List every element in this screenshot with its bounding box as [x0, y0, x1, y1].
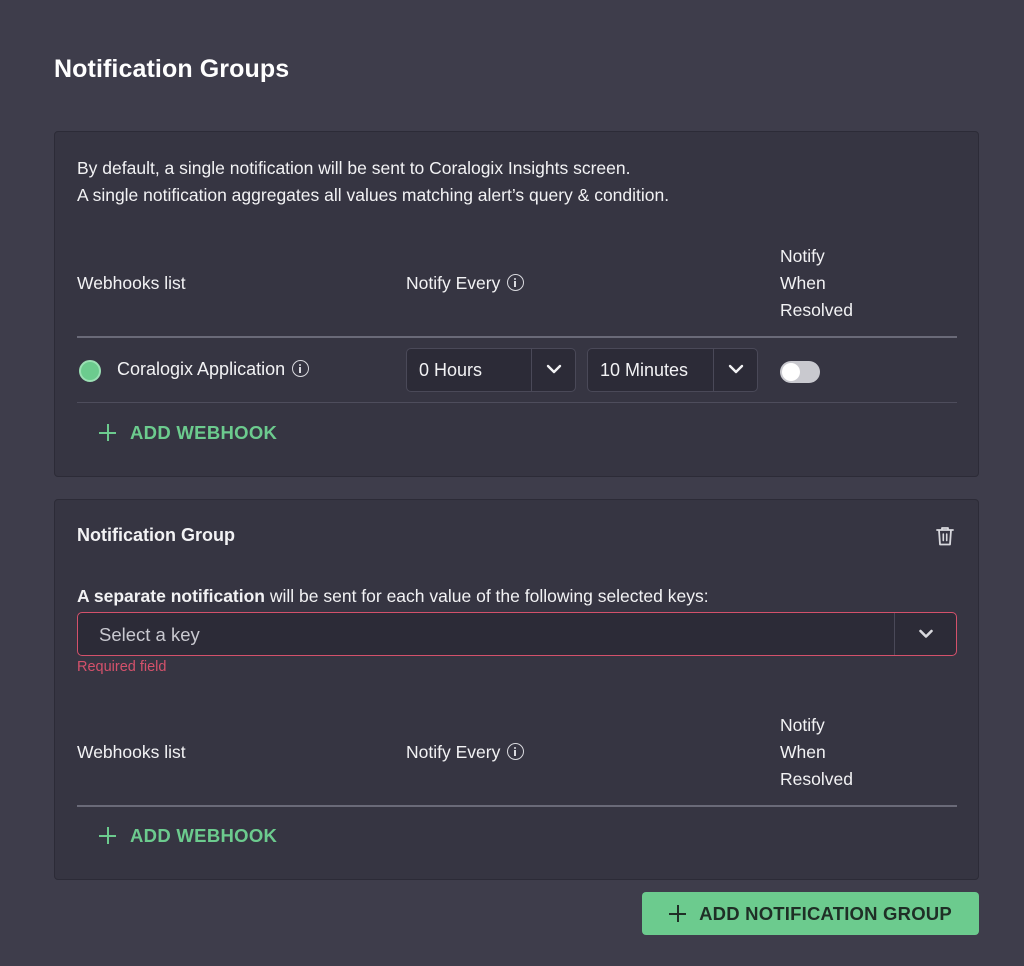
notify-when-resolved-line-2: When — [780, 273, 826, 293]
notification-group-panel: Notification Group A separate notificati… — [54, 499, 979, 880]
hours-dropdown-toggle[interactable] — [531, 349, 575, 391]
add-webhook-label: ADD WEBHOOK — [130, 422, 278, 443]
hours-value: 0 Hours — [419, 360, 483, 380]
chevron-down-icon — [919, 629, 933, 638]
webhook-name-label: Coralogix Application — [117, 359, 286, 379]
chevron-down-icon — [546, 364, 562, 374]
notify-when-resolved-line-3: Resolved — [780, 769, 853, 789]
notify-every-header: Notify Every — [406, 742, 525, 763]
minutes-dropdown-toggle[interactable] — [713, 349, 757, 391]
keys-description-rest: will be sent for each value of the follo… — [265, 586, 709, 606]
add-webhook-button[interactable]: ADD WEBHOOK — [99, 422, 277, 444]
notify-when-resolved-line-1: Notify — [780, 715, 825, 735]
required-field-error: Required field — [77, 659, 167, 675]
info-icon[interactable] — [292, 360, 310, 377]
toggle-knob — [782, 363, 800, 381]
notify-every-label: Notify Every — [406, 273, 501, 293]
webhook-name: Coralogix Application — [117, 359, 310, 380]
select-key-placeholder: Select a key — [99, 624, 200, 645]
notify-when-resolved-line-1: Notify — [780, 246, 825, 266]
default-notification-panel: By default, a single notification will b… — [54, 131, 979, 477]
plus-icon — [99, 827, 116, 844]
chevron-down-icon — [728, 364, 744, 374]
minutes-select[interactable]: 10 Minutes — [587, 348, 758, 392]
plus-icon — [99, 424, 116, 441]
hours-select[interactable]: 0 Hours — [406, 348, 576, 392]
info-icon[interactable] — [507, 743, 525, 760]
add-notification-group-label: ADD NOTIFICATION GROUP — [699, 902, 952, 924]
keys-description-bold: A separate notification — [77, 586, 265, 606]
add-webhook-label: ADD WEBHOOK — [130, 825, 278, 846]
notify-every-header: Notify Every — [406, 273, 525, 294]
row-divider — [77, 402, 957, 403]
minutes-value: 10 Minutes — [600, 360, 689, 380]
info-icon[interactable] — [507, 274, 525, 291]
add-webhook-button[interactable]: ADD WEBHOOK — [99, 825, 277, 847]
default-description-line-2: A single notification aggregates all val… — [77, 185, 670, 205]
add-notification-group-button[interactable]: ADD NOTIFICATION GROUP — [642, 892, 979, 935]
notify-when-resolved-line-2: When — [780, 742, 826, 762]
notify-every-label: Notify Every — [406, 742, 501, 762]
select-key-toggle[interactable] — [894, 613, 956, 655]
header-divider — [77, 805, 957, 807]
header-divider — [77, 336, 957, 338]
status-dot — [79, 360, 101, 382]
group-title: Notification Group — [77, 525, 235, 545]
plus-icon — [669, 905, 687, 922]
notify-when-resolved-header: Notify When Resolved — [780, 243, 853, 324]
webhook-row: Coralogix Application 0 Hours 10 Minutes — [77, 348, 957, 394]
keys-description: A separate notification will be sent for… — [77, 586, 709, 607]
default-description-line-1: By default, a single notification will b… — [77, 158, 631, 178]
webhooks-list-header: Webhooks list — [77, 273, 186, 293]
webhooks-list-header: Webhooks list — [77, 742, 186, 762]
trash-icon[interactable] — [936, 526, 954, 546]
notify-when-resolved-line-3: Resolved — [780, 300, 853, 320]
page-title: Notification Groups — [54, 55, 290, 83]
notify-when-resolved-header: Notify When Resolved — [780, 712, 853, 793]
default-description: By default, a single notification will b… — [77, 155, 669, 209]
select-key-dropdown[interactable]: Select a key — [77, 612, 957, 656]
notify-when-resolved-toggle[interactable] — [780, 361, 820, 383]
